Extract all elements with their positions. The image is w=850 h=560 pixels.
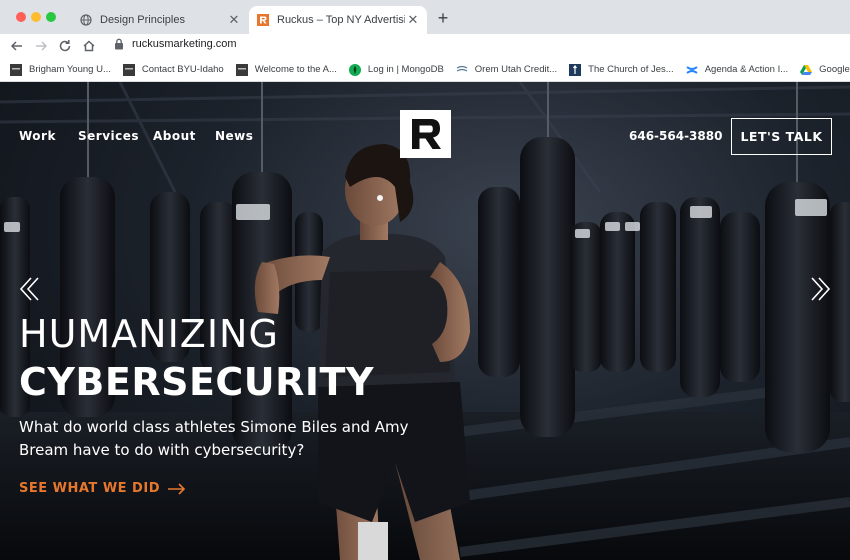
byui-icon: [122, 63, 135, 76]
confluence-icon: [686, 65, 698, 74]
bookmark-label: Brigham Young U...: [29, 64, 111, 75]
browser-tab-bar: Design Principles ✕ Ruckus – Top NY Adve…: [0, 0, 850, 34]
bookmark-item[interactable]: Brigham Young U...: [10, 63, 111, 76]
home-icon[interactable]: [79, 36, 99, 56]
browser-toolbar: ruckusmarketing.com: [0, 34, 850, 58]
nav-services[interactable]: Services: [78, 129, 139, 143]
lock-icon: [115, 38, 123, 50]
bookmarks-bar: Brigham Young U... Contact BYU-Idaho Wel…: [0, 58, 850, 82]
nav-work[interactable]: Work: [19, 129, 56, 143]
nav-news[interactable]: News: [215, 129, 253, 143]
mongodb-leaf-icon: [348, 63, 361, 76]
byu-icon: [235, 63, 248, 76]
bookmark-label: Log in | MongoDB: [367, 64, 444, 75]
chevron-right-icon[interactable]: [810, 274, 834, 304]
maximize-window-button[interactable]: [46, 12, 56, 22]
forward-arrow-icon[interactable]: [31, 36, 51, 56]
tab-close-icon[interactable]: ✕: [405, 12, 421, 28]
bookmark-label: The Church of Jes...: [588, 64, 674, 75]
ruckus-logo[interactable]: [400, 110, 451, 158]
bookmark-item[interactable]: Orem Utah Credit...: [456, 64, 557, 76]
lets-talk-button[interactable]: LET'S TALK: [731, 118, 832, 155]
nav-about[interactable]: About: [153, 129, 196, 143]
minimize-window-button[interactable]: [31, 12, 41, 22]
bookmark-item[interactable]: Contact BYU-Idaho: [122, 63, 224, 76]
headline-light: HUMANIZING: [19, 312, 279, 356]
back-arrow-icon[interactable]: [7, 36, 27, 56]
tab-title: Ruckus – Top NY Advertising &: [277, 14, 405, 26]
bookmark-item[interactable]: Google Dri: [800, 64, 850, 76]
ruckus-logo-mark: [402, 112, 449, 156]
bookmark-item[interactable]: Agenda & Action I...: [686, 64, 788, 76]
bookmark-label: Orem Utah Credit...: [474, 64, 558, 75]
arrow-right-icon: [167, 482, 186, 495]
ruckus-favicon: [257, 14, 269, 26]
bookmark-item[interactable]: Log in | MongoDB: [348, 63, 444, 76]
hero-section: Work Services About News 646-564-3880 LE…: [0, 82, 850, 560]
hero-subtext: What do world class athletes Simone Bile…: [19, 418, 409, 459]
church-icon: [569, 63, 582, 76]
byu-icon: [10, 63, 22, 76]
bookmark-label: Contact BYU-Idaho: [141, 64, 224, 75]
tab-ruckus[interactable]: Ruckus – Top NY Advertising & ✕: [249, 6, 427, 34]
bookmark-label: Agenda & Action I...: [704, 64, 789, 75]
bookmark-label: Welcome to the A...: [254, 64, 337, 75]
globe-icon: [80, 14, 92, 26]
see-what-we-did-label: SEE WHAT WE DID: [19, 481, 160, 496]
chevron-left-icon[interactable]: [16, 274, 40, 304]
reload-icon[interactable]: [55, 36, 75, 56]
phone-number-link[interactable]: 646-564-3880: [629, 129, 722, 143]
headline-bold: CYBERSECURITY: [19, 360, 374, 404]
tab-title: Design Principles: [100, 14, 185, 26]
new-tab-button[interactable]: +: [435, 8, 451, 28]
see-what-we-did-link[interactable]: SEE WHAT WE DID: [19, 481, 186, 496]
tab-close-icon[interactable]: ✕: [226, 12, 242, 28]
close-window-button[interactable]: [16, 12, 26, 22]
google-drive-icon: [800, 64, 813, 75]
tab-design-principles[interactable]: Design Principles ✕: [72, 6, 248, 34]
bookmark-item[interactable]: Welcome to the A...: [235, 63, 337, 76]
url-text: ruckusmarketing.com: [132, 38, 237, 50]
bookmark-label: Google Dri: [819, 64, 850, 75]
address-bar[interactable]: ruckusmarketing.com: [114, 38, 237, 50]
bookmark-item[interactable]: The Church of Jes...: [569, 63, 674, 76]
credit-union-icon: [456, 65, 468, 72]
